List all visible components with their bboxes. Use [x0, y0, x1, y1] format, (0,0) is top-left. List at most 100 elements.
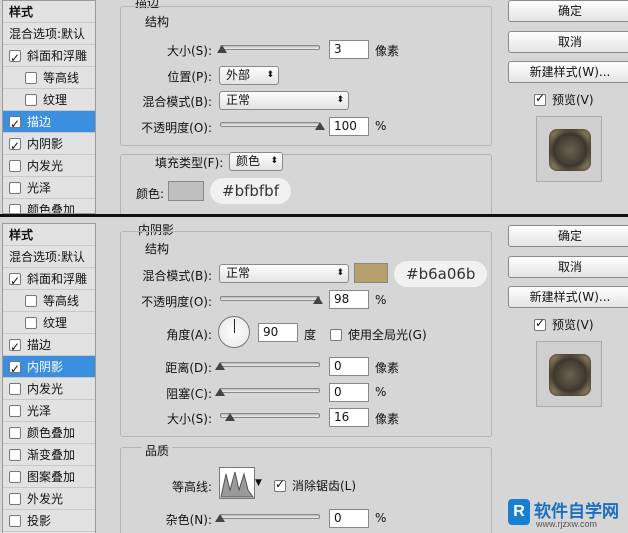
opacity-slider-thumb[interactable] — [315, 122, 325, 130]
checkbox-icon[interactable] — [9, 47, 21, 69]
style-item-label: 纹理 — [43, 316, 68, 330]
checkbox-icon[interactable] — [9, 471, 21, 483]
style-item[interactable]: 内发光 — [3, 155, 95, 177]
checkbox-icon[interactable] — [25, 94, 37, 106]
antialias-checkbox[interactable]: 消除锯齿(L) — [274, 477, 356, 494]
opacity-slider[interactable] — [220, 296, 320, 301]
style-item[interactable]: 描边 — [3, 111, 95, 135]
global-light-checkbox[interactable]: 使用全局光(G) — [330, 326, 427, 343]
cancel-button[interactable]: 取消 — [508, 31, 628, 53]
choke-slider-thumb[interactable] — [215, 388, 225, 396]
shadow-color-swatch[interactable] — [354, 263, 388, 283]
contour-picker[interactable] — [219, 467, 255, 499]
size-slider[interactable] — [220, 413, 320, 418]
blending-options-item[interactable]: 混合选项:默认 — [3, 23, 95, 45]
style-item[interactable]: 投影 — [3, 510, 95, 532]
style-item[interactable]: 斜面和浮雕 — [3, 268, 95, 292]
opacity-slider[interactable] — [220, 122, 320, 127]
position-select[interactable]: 外部 ⬍ — [219, 66, 279, 85]
blend-mode-select[interactable]: 正常 ⬍ — [219, 264, 349, 283]
checkbox-icon[interactable] — [9, 358, 21, 380]
checkbox-icon — [534, 316, 546, 331]
checkbox-icon[interactable] — [9, 135, 21, 157]
style-item[interactable]: 外发光 — [3, 488, 95, 510]
stroke-color-hex: #bfbfbf — [210, 178, 291, 204]
size-slider[interactable] — [220, 45, 320, 50]
size-input[interactable]: 16 — [329, 408, 369, 427]
style-item[interactable]: 内阴影 — [3, 356, 95, 380]
contour-dropdown-icon[interactable]: ▼ — [255, 478, 262, 488]
style-item[interactable]: 光泽 — [3, 177, 95, 199]
style-item[interactable]: 内发光 — [3, 378, 95, 400]
noise-label: 杂色(N): — [165, 513, 212, 527]
style-item[interactable]: 纹理 — [3, 89, 95, 111]
checkbox-icon[interactable] — [9, 160, 21, 172]
fill-type-select[interactable]: 颜色 ⬍ — [229, 152, 283, 171]
angle-input[interactable]: 90 — [258, 323, 298, 342]
checkbox-icon[interactable] — [25, 72, 37, 84]
ok-button[interactable]: 确定 — [508, 225, 628, 247]
checkbox-icon[interactable] — [25, 317, 37, 329]
styles-list: 样式 混合选项:默认 斜面和浮雕等高线纹理描边内阴影内发光光泽颜色叠加渐变叠加图… — [2, 223, 96, 533]
distance-slider-thumb[interactable] — [215, 362, 225, 370]
opacity-input[interactable]: 100 — [329, 117, 369, 136]
updown-icon: ⬍ — [336, 95, 344, 105]
checkbox-icon[interactable] — [9, 270, 21, 292]
style-item[interactable]: 颜色叠加 — [3, 422, 95, 444]
style-item[interactable]: 颜色叠加 — [3, 199, 95, 213]
noise-input[interactable]: 0 — [329, 509, 369, 528]
opacity-unit: % — [375, 119, 387, 133]
color-label: 颜色: — [136, 187, 165, 201]
size-input[interactable]: 3 — [329, 40, 369, 59]
preview-checkbox[interactable]: 预览(V) — [534, 91, 594, 108]
checkbox-icon[interactable] — [9, 182, 21, 194]
stroke-color-swatch[interactable] — [168, 181, 204, 201]
size-slider-thumb[interactable] — [225, 413, 235, 421]
style-item-label: 内发光 — [27, 159, 64, 173]
fill-type-label: 填充类型(F): — [155, 156, 224, 170]
checkbox-icon[interactable] — [9, 405, 21, 417]
style-item-label: 外发光 — [27, 492, 64, 506]
checkbox-icon[interactable] — [9, 515, 21, 527]
style-item[interactable]: 斜面和浮雕 — [3, 45, 95, 69]
choke-input[interactable]: 0 — [329, 383, 369, 402]
checkbox-icon[interactable] — [9, 493, 21, 505]
style-item[interactable]: 纹理 — [3, 312, 95, 334]
preview-checkbox[interactable]: 预览(V) — [534, 316, 594, 333]
style-item[interactable]: 等高线 — [3, 67, 95, 89]
style-item-label: 斜面和浮雕 — [27, 272, 88, 286]
angle-dial[interactable] — [218, 316, 250, 348]
noise-slider[interactable] — [220, 514, 320, 519]
opacity-input[interactable]: 98 — [329, 290, 369, 309]
blend-mode-select[interactable]: 正常 ⬍ — [219, 91, 349, 110]
checkbox-icon[interactable] — [9, 449, 21, 461]
blending-options-item[interactable]: 混合选项:默认 — [3, 246, 95, 268]
new-style-button[interactable]: 新建样式(W)... — [508, 61, 628, 83]
choke-slider[interactable] — [220, 388, 320, 393]
style-item[interactable]: 内阴影 — [3, 133, 95, 157]
style-item[interactable]: 光泽 — [3, 400, 95, 422]
style-item[interactable]: 等高线 — [3, 290, 95, 312]
distance-slider[interactable] — [220, 362, 320, 367]
checkbox-icon[interactable] — [9, 204, 21, 213]
checkbox-icon[interactable] — [9, 383, 21, 395]
distance-input[interactable]: 0 — [329, 357, 369, 376]
blend-mode-label: 混合模式(B): — [142, 269, 212, 283]
style-preview — [536, 341, 602, 407]
size-slider-thumb[interactable] — [217, 45, 227, 53]
angle-unit: 度 — [304, 328, 317, 342]
style-item[interactable]: 图案叠加 — [3, 466, 95, 488]
new-style-button[interactable]: 新建样式(W)... — [508, 286, 628, 308]
checkbox-icon[interactable] — [25, 295, 37, 307]
style-item[interactable]: 渐变叠加 — [3, 444, 95, 466]
blend-mode-label: 混合模式(B): — [142, 95, 212, 109]
ok-button[interactable]: 确定 — [508, 0, 628, 22]
cancel-button[interactable]: 取消 — [508, 256, 628, 278]
opacity-slider-thumb[interactable] — [313, 296, 323, 304]
style-item[interactable]: 描边 — [3, 334, 95, 358]
noise-slider-thumb[interactable] — [215, 514, 225, 522]
checkbox-icon[interactable] — [9, 427, 21, 439]
checkbox-icon[interactable] — [9, 113, 21, 135]
styles-list: 样式 混合选项:默认 斜面和浮雕等高线纹理描边内阴影内发光光泽颜色叠加 — [2, 0, 96, 214]
checkbox-icon[interactable] — [9, 336, 21, 358]
